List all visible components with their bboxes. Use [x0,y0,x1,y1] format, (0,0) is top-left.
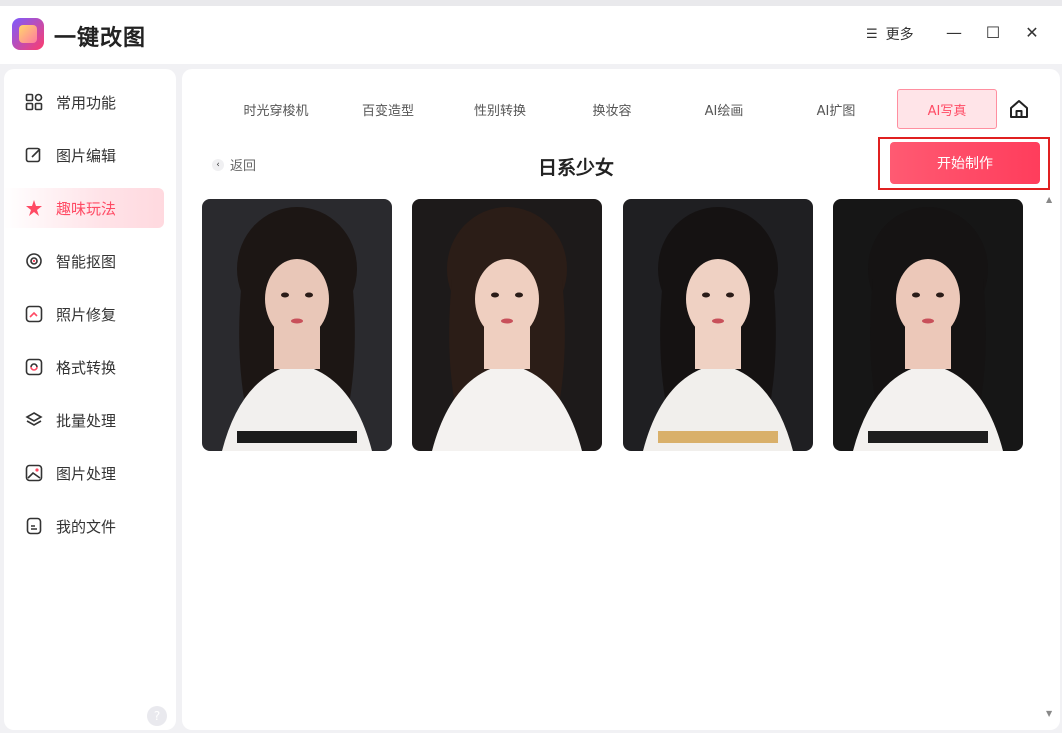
more-label: 更多 [885,27,914,43]
sidebar-item-repair[interactable]: 照片修复 [4,294,164,334]
sidebar-item-label: 批量处理 [56,411,117,430]
file-icon [25,517,43,535]
menu-lines-icon: ☰ [866,26,878,42]
page-title: 日系少女 [537,157,614,179]
title-bar: 一键改图 ☰ 更多 — ☐ ✕ [0,6,1062,64]
sidebar-item-cutout[interactable]: 智能抠图 [4,241,164,281]
sidebar-item-image-process[interactable]: 图片处理 [4,453,164,493]
sidebar-item-batch[interactable]: 批量处理 [4,400,164,440]
star-icon [25,199,43,217]
repair-icon [25,305,43,323]
close-button[interactable]: ✕ [1020,20,1044,44]
sidebar-item-label: 常用功能 [56,93,117,112]
back-button[interactable]: ‹ 返回 [212,155,256,174]
portrait-card[interactable] [202,199,392,451]
sidebar-item-fun[interactable]: 趣味玩法 [4,188,164,228]
sidebar-item-label: 照片修复 [56,305,117,324]
tab-ai-painting[interactable]: AI绘画 [674,89,774,129]
back-label: 返回 [230,159,257,174]
portrait-image [202,199,392,451]
portrait-image [833,199,1023,451]
sidebar-item-my-files[interactable]: 我的文件 [4,506,164,546]
convert-icon [25,358,43,376]
more-button[interactable]: ☰ 更多 [866,24,914,44]
sidebar-item-image-edit[interactable]: 图片编辑 [4,135,164,175]
chevron-left-icon: ‹ [212,158,224,171]
image-icon [25,464,43,482]
sidebar-item-label: 图片处理 [56,464,117,483]
tab-restyle[interactable]: 百变造型 [338,89,438,129]
home-icon[interactable] [1008,98,1030,120]
edit-icon [25,146,43,164]
sidebar-item-label: 图片编辑 [56,146,117,165]
sidebar: 常用功能 图片编辑 趣味玩法 智能抠图 照片修复 格式转换 批量处理 图片处理 … [4,69,176,730]
sidebar-item-label: 智能抠图 [56,252,117,271]
layers-icon [25,411,43,429]
portrait-card[interactable] [833,199,1023,451]
tab-ai-portrait[interactable]: AI写真 [897,89,997,129]
app-logo [12,18,44,50]
tab-gender-swap[interactable]: 性别转换 [450,89,550,129]
scroll-up-arrow[interactable]: ▲ [1046,195,1052,204]
start-button[interactable]: 开始制作 [890,142,1040,184]
scroll-down-arrow[interactable]: ▼ [1046,709,1052,718]
sidebar-item-label: 我的文件 [56,517,117,536]
help-icon[interactable]: ? [147,706,167,726]
main-panel: 时光穿梭机 百变造型 性别转换 换妆容 AI绘画 AI扩图 AI写真 ‹ 返回 … [182,69,1060,730]
tab-makeup[interactable]: 换妆容 [562,89,662,129]
sidebar-item-label: 趣味玩法 [56,199,117,218]
maximize-button[interactable]: ☐ [981,20,1005,44]
app-title: 一键改图 [54,26,147,51]
minimize-button[interactable]: — [942,20,966,44]
portrait-card[interactable] [623,199,813,451]
sidebar-item-common[interactable]: 常用功能 [4,82,164,122]
sidebar-item-label: 格式转换 [56,358,117,377]
portrait-image [623,199,813,451]
portrait-card[interactable] [412,199,602,451]
grid-icon [25,93,43,111]
sidebar-item-convert[interactable]: 格式转换 [4,347,164,387]
tab-time-machine[interactable]: 时光穿梭机 [226,89,326,129]
tab-ai-outpaint[interactable]: AI扩图 [786,89,886,129]
portrait-image [412,199,602,451]
target-icon [25,252,43,270]
